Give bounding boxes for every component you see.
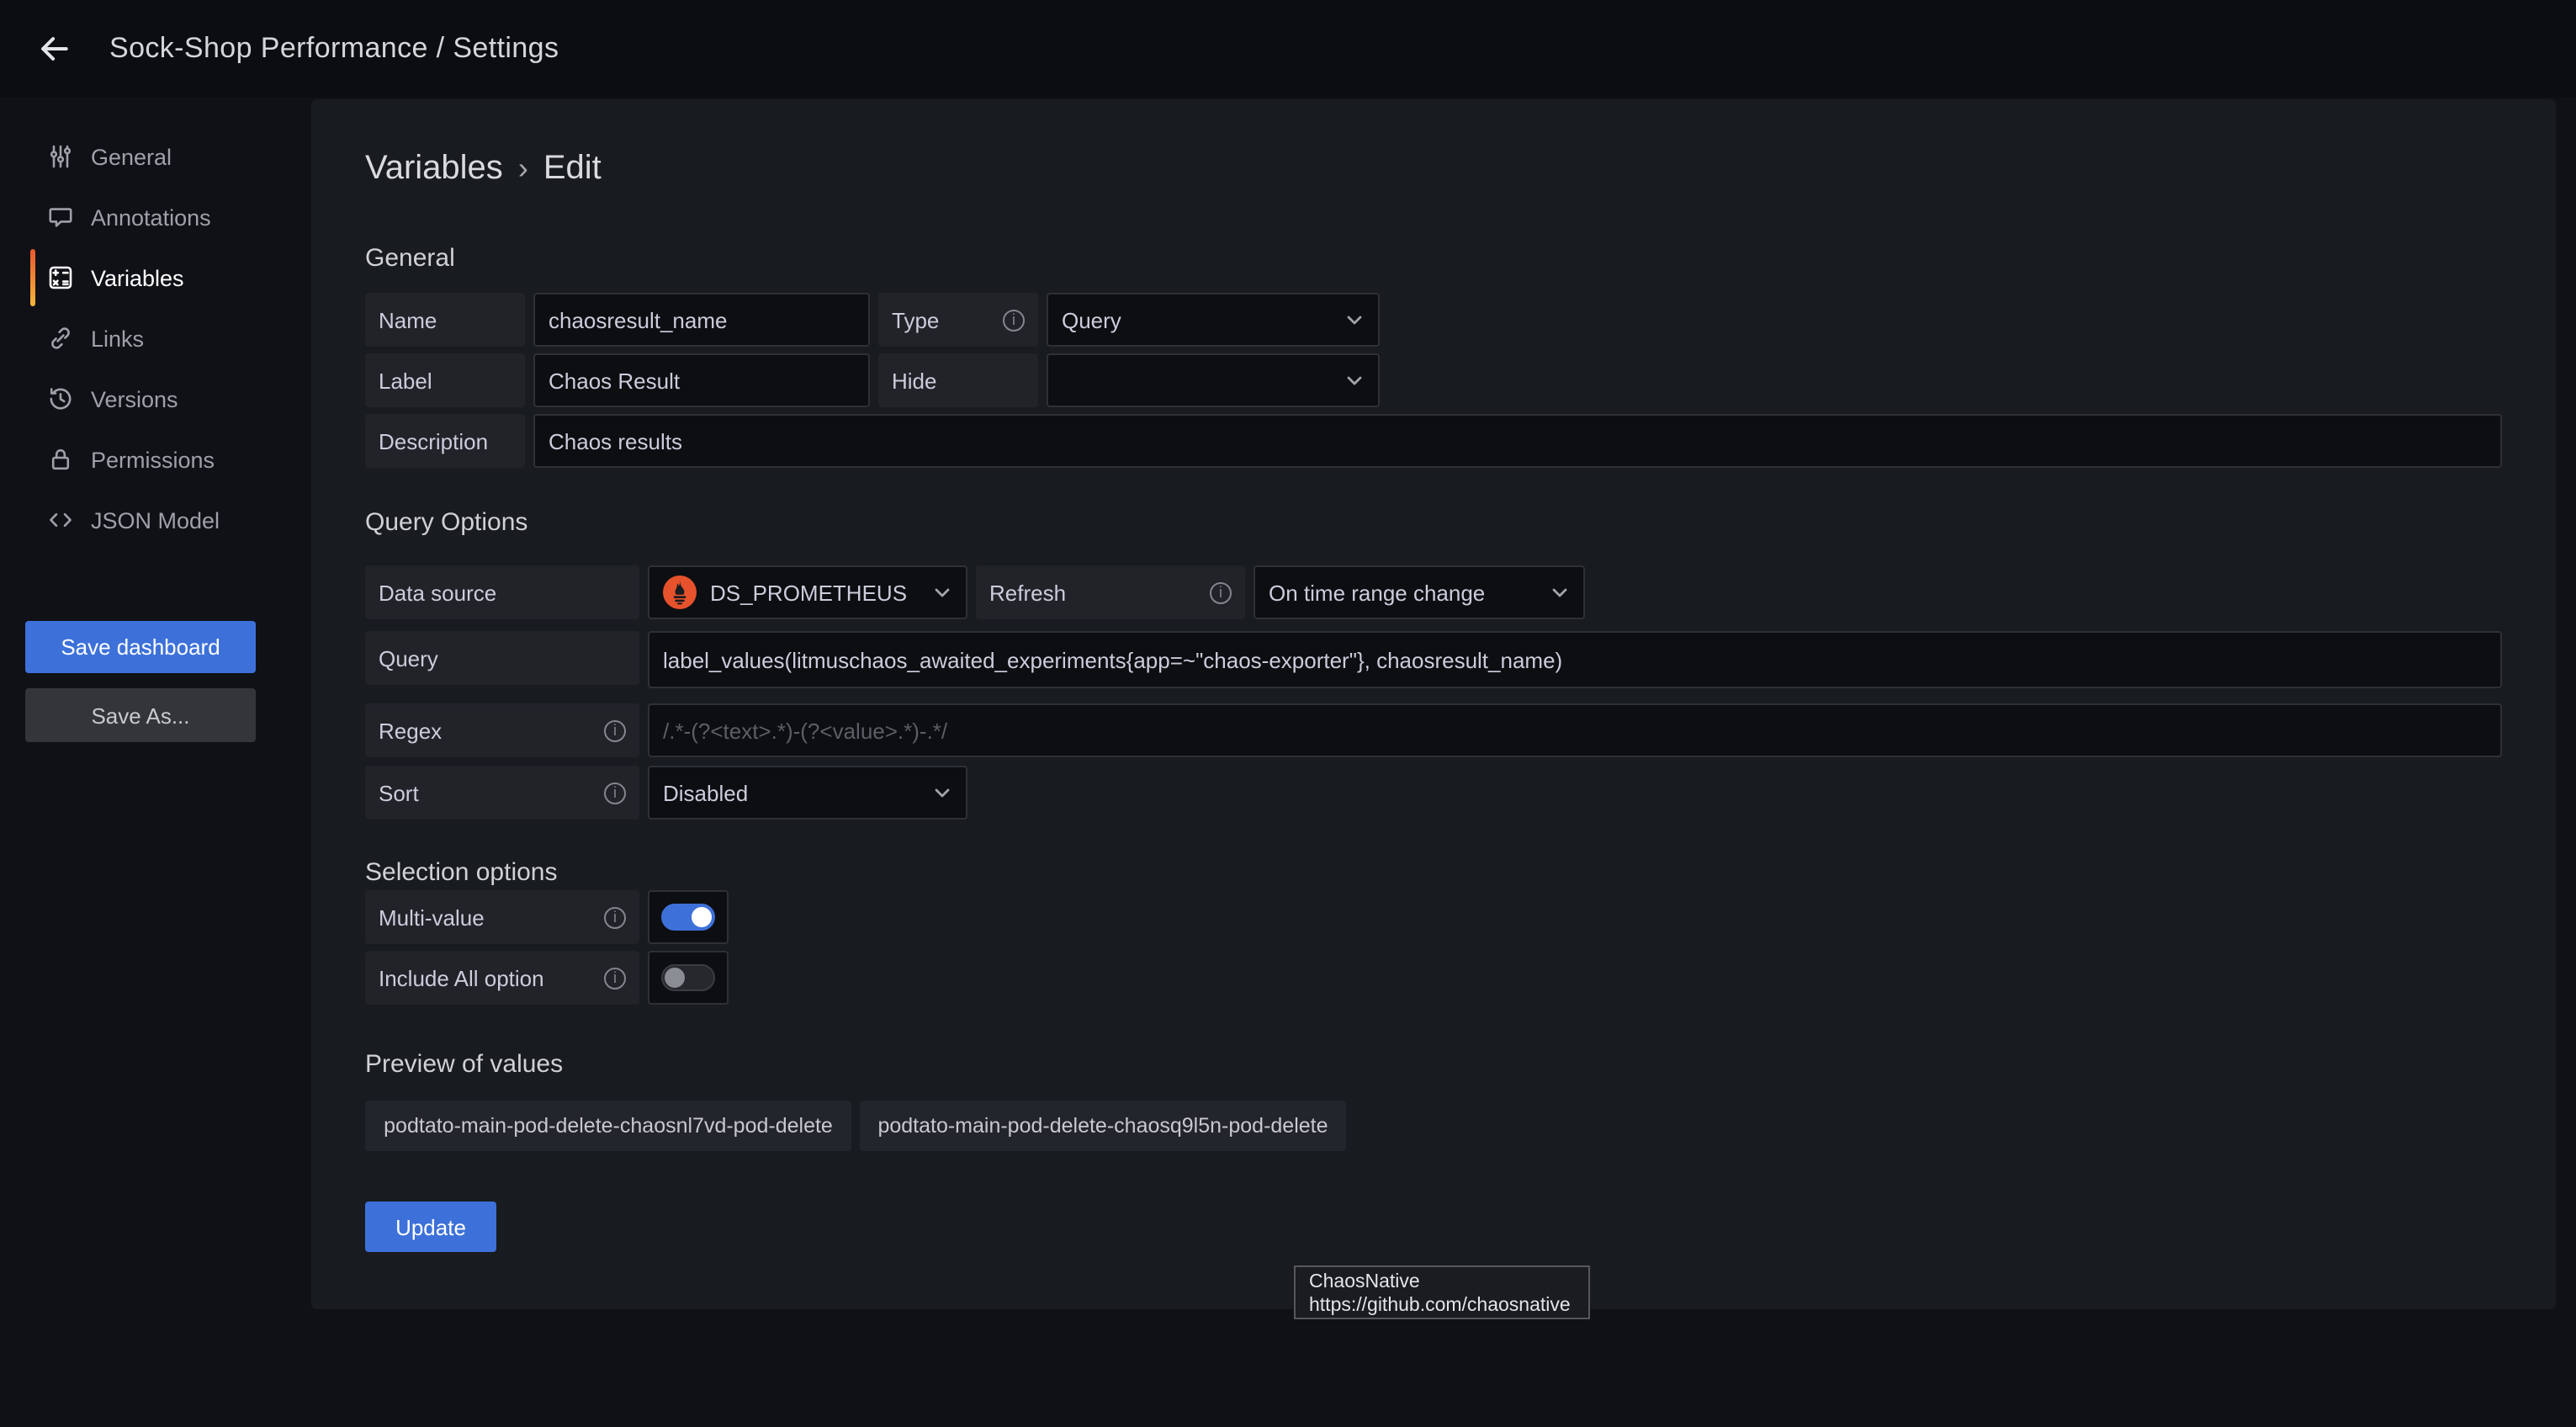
sidebar-item-links[interactable]: Links: [0, 308, 311, 369]
info-icon[interactable]: i: [1210, 581, 1232, 603]
sliders-icon: [47, 143, 74, 170]
include-all-field-label: Include All option i: [365, 951, 639, 1005]
preview-section-heading: Preview of values: [365, 1050, 563, 1079]
info-icon[interactable]: i: [604, 782, 626, 804]
sidebar-item-label: Permissions: [91, 447, 215, 472]
grafana-settings-page: Sock-Shop Performance / Settings General: [0, 0, 2576, 1427]
lock-icon: [47, 446, 74, 473]
regex-input[interactable]: [648, 703, 2502, 757]
info-icon[interactable]: i: [604, 906, 626, 928]
selection-options-section-heading: Selection options: [365, 858, 558, 887]
chevron-down-icon: [932, 782, 952, 803]
include-all-toggle[interactable]: [648, 951, 729, 1005]
preview-value-chip: podtato-main-pod-delete-chaosq9l5n-pod-d…: [860, 1101, 1346, 1151]
type-field-label: Type i: [878, 293, 1038, 347]
save-as-button[interactable]: Save As...: [25, 688, 256, 742]
settings-nav: General Annotations: [0, 126, 311, 550]
datasource-field-label: Data source: [365, 565, 639, 619]
sidebar-item-versions[interactable]: Versions: [0, 369, 311, 429]
sidebar-item-label: JSON Model: [91, 507, 220, 533]
info-icon[interactable]: i: [604, 967, 626, 989]
comment-icon: [47, 204, 74, 231]
general-section-heading: General: [365, 244, 455, 273]
sidebar-item-label: General: [91, 144, 172, 169]
chevron-down-icon: [1550, 582, 1570, 602]
tooltip-url: https://github.com/chaosnative: [1309, 1294, 1575, 1318]
link-icon: [47, 325, 74, 352]
variables-edit-panel: Variables › Edit General Name Type i Que…: [311, 99, 2556, 1309]
save-dashboard-button[interactable]: Save dashboard: [25, 621, 256, 673]
sidebar-item-json-model[interactable]: JSON Model: [0, 490, 311, 550]
toggle-pill: [661, 904, 715, 931]
description-input[interactable]: [533, 414, 2502, 468]
dashboard-settings-title: Sock-Shop Performance / Settings: [109, 0, 559, 98]
description-field-label: Description: [365, 414, 525, 468]
link-tooltip: ChaosNative https://github.com/chaosnati…: [1294, 1265, 1590, 1319]
multi-value-field-label: Multi-value i: [365, 890, 639, 944]
tooltip-title: ChaosNative: [1309, 1271, 1575, 1294]
type-select[interactable]: Query: [1047, 293, 1380, 347]
info-icon[interactable]: i: [604, 719, 626, 741]
name-field-label: Name: [365, 293, 525, 347]
chevron-down-icon: [1344, 310, 1365, 330]
breadcrumb-separator-icon: ›: [518, 151, 528, 187]
query-field-label: Query: [365, 631, 639, 685]
sort-select[interactable]: Disabled: [648, 766, 967, 820]
datasource-picker[interactable]: DS_PROMETHEUS: [648, 565, 967, 619]
top-bar: Sock-Shop Performance / Settings: [0, 0, 2576, 98]
sidebar-item-label: Versions: [91, 386, 178, 411]
screen: Sock-Shop Performance / Settings General: [0, 0, 2576, 1427]
breadcrumb-section[interactable]: Variables: [365, 150, 503, 188]
sidebar-item-general[interactable]: General: [0, 126, 311, 187]
sidebar-item-label: Links: [91, 326, 144, 351]
label-input[interactable]: [533, 353, 870, 407]
query-input[interactable]: [648, 631, 2502, 688]
refresh-field-label: Refresh i: [976, 565, 1245, 619]
prometheus-icon: [663, 576, 697, 609]
sidebar-item-permissions[interactable]: Permissions: [0, 429, 311, 490]
sort-field-label: Sort i: [365, 766, 639, 820]
regex-field-label: Regex i: [365, 703, 639, 757]
multi-value-toggle[interactable]: [648, 890, 729, 944]
breadcrumb: Variables › Edit: [365, 150, 602, 188]
label-field-label: Label: [365, 353, 525, 407]
chevron-down-icon: [932, 582, 952, 602]
toggle-pill: [661, 964, 715, 991]
chevron-down-icon: [1344, 370, 1365, 390]
breadcrumb-page: Edit: [543, 150, 602, 188]
update-button[interactable]: Update: [365, 1202, 496, 1252]
history-icon: [47, 385, 74, 412]
preview-value-chip: podtato-main-pod-delete-chaosnl7vd-pod-d…: [365, 1101, 851, 1151]
arrow-left-icon: [35, 30, 72, 67]
info-icon[interactable]: i: [1003, 309, 1025, 331]
code-icon: [47, 507, 74, 533]
settings-sidebar: General Annotations: [0, 98, 311, 1427]
name-input[interactable]: [533, 293, 870, 347]
back-button[interactable]: [27, 24, 81, 74]
calculator-icon: [47, 264, 74, 291]
hide-select[interactable]: [1047, 353, 1380, 407]
sidebar-item-label: Annotations: [91, 204, 211, 230]
hide-field-label: Hide: [878, 353, 1038, 407]
query-options-section-heading: Query Options: [365, 508, 527, 537]
sidebar-item-label: Variables: [91, 265, 184, 290]
sidebar-item-variables[interactable]: Variables: [0, 247, 311, 308]
refresh-select[interactable]: On time range change: [1254, 565, 1585, 619]
sidebar-item-annotations[interactable]: Annotations: [0, 187, 311, 247]
